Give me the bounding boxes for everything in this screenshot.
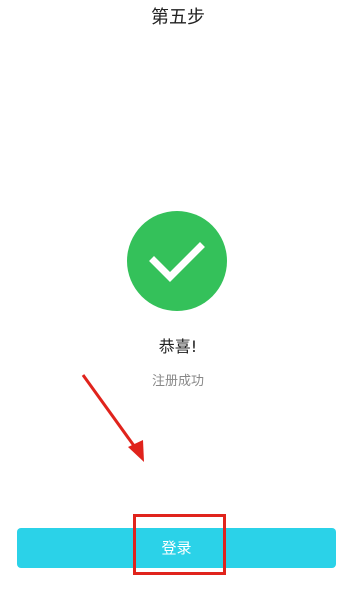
page-title: 第五步 [151,7,205,28]
success-message: 注册成功 [151,374,204,389]
success-title: 恭喜! [158,337,198,356]
check-circle-icon [127,211,227,311]
login-button[interactable]: 登录 [17,528,336,568]
checkmark-icon [149,242,205,282]
